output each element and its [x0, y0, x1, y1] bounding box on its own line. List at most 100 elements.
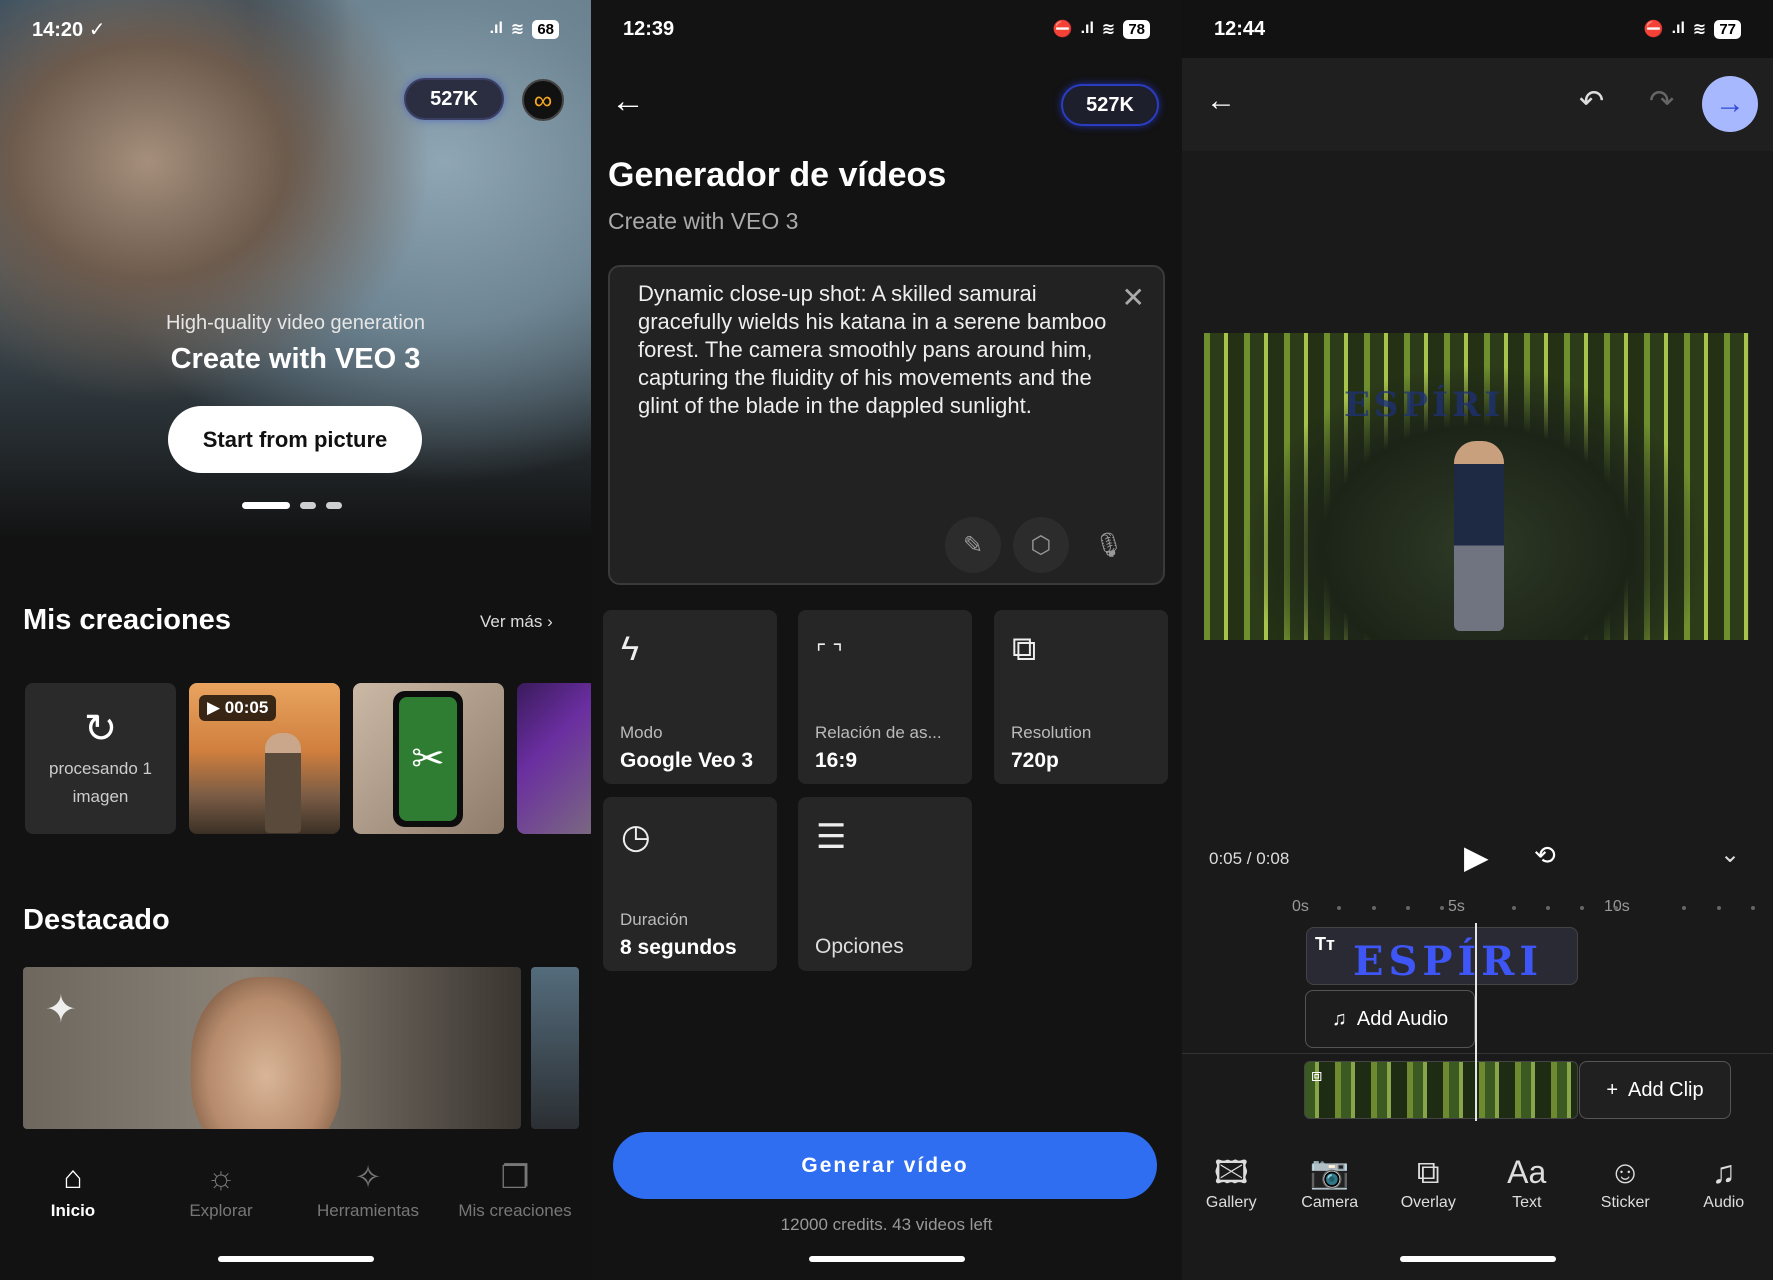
redo-icon[interactable]: ↷	[1649, 84, 1674, 119]
chevron-down-icon[interactable]: ⌄	[1720, 840, 1740, 869]
back-arrow-icon[interactable]: ←	[611, 82, 645, 121]
credits-badge[interactable]: 527K	[404, 78, 504, 120]
resolution-card[interactable]: ⧉ Resolution 720p	[994, 610, 1168, 784]
tool-sticker[interactable]: ☺ Sticker	[1585, 1150, 1665, 1212]
clear-icon[interactable]: ✕	[1122, 281, 1145, 314]
dnd-icon: ⛔	[1643, 21, 1664, 38]
carousel-indicator[interactable]	[242, 502, 342, 509]
carousel-dot[interactable]	[242, 502, 290, 509]
tool-text[interactable]: Aa Text	[1487, 1150, 1567, 1212]
nav-explore[interactable]: ☼ Explorar	[146, 1153, 296, 1221]
ruler-tick	[1406, 906, 1410, 910]
play-icon[interactable]: ▶	[1464, 838, 1489, 876]
prompt-text[interactable]: Dynamic close-up shot: A skilled samurai…	[638, 280, 1118, 420]
video-clip[interactable]: ⧈	[1304, 1061, 1578, 1119]
ruler-tick	[1580, 906, 1584, 910]
battery-indicator: 68	[532, 19, 559, 39]
profile-logo-icon[interactable]: ∞	[522, 79, 564, 121]
card-label: Resolution	[1011, 723, 1092, 742]
signal-icon: .ıl	[1671, 20, 1685, 37]
card-value: 720p	[1011, 749, 1059, 772]
microphone-icon[interactable]: 🎙	[1081, 517, 1137, 573]
duration-card[interactable]: ◷ Duración 8 segundos	[603, 797, 777, 971]
battery-indicator: 77	[1714, 19, 1741, 39]
add-clip-label: Add Clip	[1628, 1078, 1704, 1101]
carousel-dot[interactable]	[326, 502, 342, 509]
next-arrow-button[interactable]: →	[1702, 76, 1758, 132]
video-thumbnail[interactable]: ▶ 00:05	[189, 683, 340, 834]
home-icon: ⌂	[63, 1159, 83, 1195]
status-bar: 14:20 ✓ .ıl ≋ 68	[0, 0, 591, 58]
tool-label: Overlay	[1400, 1194, 1456, 1211]
tool-gallery[interactable]: 🖾 Gallery	[1191, 1150, 1271, 1212]
playback-time: 0:05 / 0:08	[1209, 849, 1290, 868]
loop-icon[interactable]: ⟲	[1534, 840, 1556, 871]
signal-icon: .ıl	[489, 20, 503, 37]
editor-tools: 🖾 Gallery 📷 Camera ⧉ Overlay Aa Text ☺ Sticke…	[1182, 1150, 1773, 1212]
image-thumbnail[interactable]: ✂	[353, 683, 504, 834]
layers-icon: ⧉	[1012, 630, 1037, 668]
see-more-link[interactable]: Ver más ›	[480, 612, 553, 632]
preview-subject	[1454, 441, 1504, 631]
magic-wand-icon[interactable]: ✎	[945, 517, 1001, 573]
home-indicator	[1399, 1256, 1556, 1262]
generate-video-button[interactable]: Generar vídeo	[613, 1132, 1157, 1199]
card-label: Relación de as...	[815, 723, 942, 742]
add-clip-button[interactable]: + Add Clip	[1579, 1061, 1731, 1119]
see-more-label: Ver más	[480, 612, 543, 631]
card-label: Duración	[620, 910, 689, 929]
nav-label: Mis creaciones	[458, 1201, 572, 1220]
ruler-label: 0s	[1292, 898, 1309, 915]
clock-icon: ◷	[621, 818, 651, 856]
refresh-icon: ↻	[83, 706, 118, 751]
carousel-dot[interactable]	[300, 502, 316, 509]
credits-info: 12000 credits. 43 videos left	[780, 1215, 993, 1234]
nav-my-creations[interactable]: ❐ Mis creaciones	[440, 1153, 590, 1221]
back-arrow-icon[interactable]: ←	[1206, 84, 1236, 118]
nav-label: Herramientas	[316, 1201, 420, 1220]
text-track-icon: Tт	[1315, 934, 1335, 954]
processing-label: procesando 1 imagen	[48, 758, 153, 806]
mode-card[interactable]: ϟ Modo Google Veo 3	[603, 610, 777, 784]
image-thumbnail[interactable]	[517, 683, 591, 834]
processing-item[interactable]: ↻ procesando 1 imagen	[25, 683, 176, 834]
tool-label: Audio	[1703, 1194, 1745, 1211]
status-time: 12:44	[1214, 17, 1266, 40]
home-indicator	[217, 1256, 374, 1262]
start-from-picture-button[interactable]: Start from picture	[168, 406, 422, 473]
ruler-tick	[1440, 906, 1444, 910]
playhead[interactable]	[1475, 923, 1477, 1121]
chevron-right-icon: ›	[547, 612, 553, 631]
tool-camera[interactable]: 📷 Camera	[1290, 1150, 1370, 1212]
options-card[interactable]: ☰ Opciones	[798, 797, 972, 971]
featured-card[interactable]: ✦	[23, 967, 521, 1129]
nav-home[interactable]: ⌂ Inicio	[0, 1153, 148, 1221]
bulb-icon: ☼	[206, 1159, 236, 1195]
text-icon: Aa	[1507, 1154, 1547, 1190]
ruler-label: 5s	[1448, 898, 1465, 915]
nav-tools[interactable]: ✧ Herramientas	[293, 1153, 443, 1221]
video-preview[interactable]: ESPÍRI	[1204, 333, 1749, 640]
status-bar: 12:44 ⛔ .ıl ≋ 77	[1182, 0, 1773, 58]
tool-audio[interactable]: ♫ Audio	[1684, 1150, 1764, 1212]
wifi-icon: ≋	[510, 21, 525, 38]
thumbnail-person	[265, 733, 301, 833]
creations-list: ↻ procesando 1 imagen ▶ 00:05 ✂	[25, 683, 591, 834]
featured-card[interactable]	[531, 967, 579, 1129]
page-subtitle: Create with VEO 3	[608, 208, 799, 234]
aspect-ratio-card[interactable]: ⌜ ⌝ Relación de as... 16:9	[798, 610, 972, 784]
music-note-icon: ♫	[1331, 1007, 1347, 1030]
preview-watermark-text: ESPÍRI	[1344, 385, 1505, 425]
credits-badge[interactable]: 527K	[1061, 84, 1159, 126]
tool-overlay[interactable]: ⧉ Overlay	[1388, 1150, 1468, 1212]
add-audio-button[interactable]: ♫ Add Audio	[1305, 990, 1475, 1048]
undo-icon[interactable]: ↶	[1579, 84, 1604, 119]
phone-screen-icon: ✂	[399, 697, 457, 821]
nav-label: Explorar	[189, 1201, 253, 1220]
dice-icon[interactable]: ⬡	[1013, 517, 1069, 573]
text-track[interactable]: Tт ESPÍRI	[1306, 927, 1578, 985]
hero-subtitle: High-quality video generation	[165, 312, 426, 334]
status-bar: 12:39 ⛔ .ıl ≋ 78	[591, 0, 1182, 58]
clip-icon: ⧈	[1311, 1065, 1323, 1085]
prompt-input[interactable]: Dynamic close-up shot: A skilled samurai…	[608, 265, 1165, 585]
